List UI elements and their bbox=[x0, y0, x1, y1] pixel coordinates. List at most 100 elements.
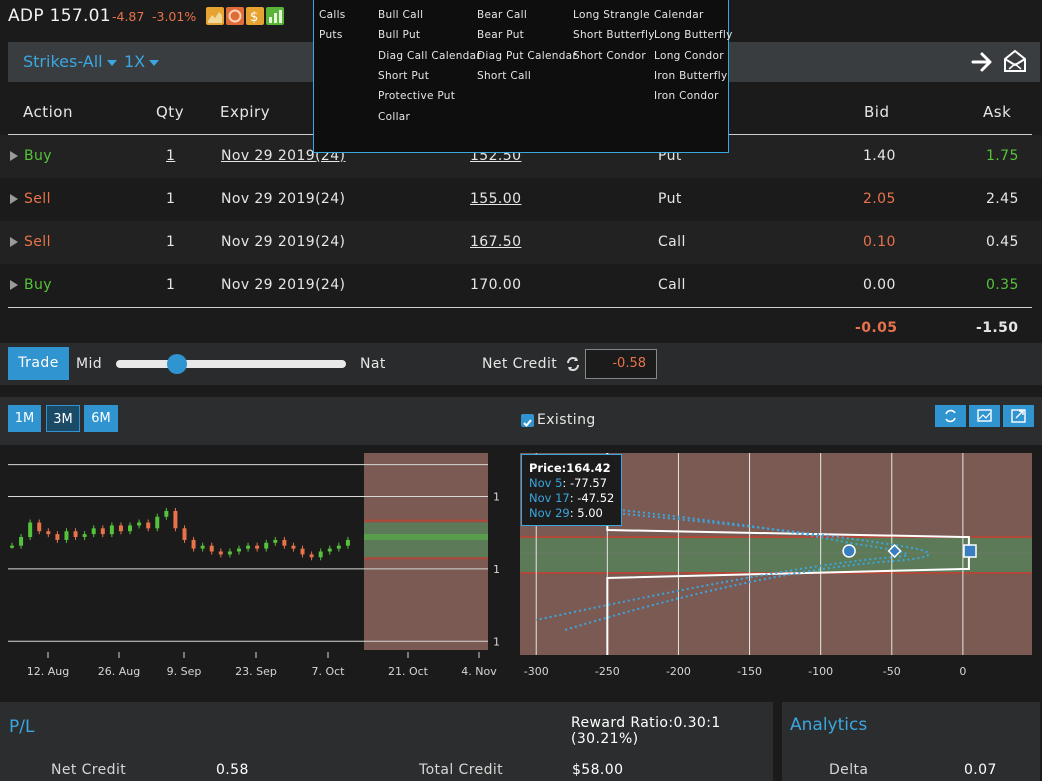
strategy-menu-item[interactable]: Bear Put bbox=[477, 29, 524, 41]
share-icon[interactable] bbox=[1002, 48, 1028, 74]
strategy-menu-item[interactable]: Collar bbox=[378, 111, 410, 123]
row-strike[interactable]: 170.00 bbox=[470, 277, 521, 293]
col-header-bid: Bid bbox=[864, 103, 890, 121]
expand-icon[interactable] bbox=[10, 151, 18, 161]
strikes-dropdown[interactable]: Strikes-All bbox=[23, 52, 117, 71]
area-chart-icon[interactable] bbox=[206, 7, 224, 25]
pl-x-tick-label: -50 bbox=[883, 665, 901, 678]
circle-icon[interactable] bbox=[226, 7, 244, 25]
col-header-ask: Ask bbox=[983, 103, 1012, 121]
net-credit-stat-label: Net Credit bbox=[51, 762, 127, 778]
col-header-action: Action bbox=[23, 103, 73, 121]
expand-icon[interactable] bbox=[10, 194, 18, 204]
row-action[interactable]: Sell bbox=[24, 191, 51, 207]
candle bbox=[182, 528, 187, 540]
row-action[interactable]: Sell bbox=[24, 234, 51, 250]
timeframe-6m-button[interactable]: 6M bbox=[84, 405, 118, 432]
candle bbox=[146, 522, 151, 529]
popout-icon[interactable] bbox=[1003, 405, 1034, 427]
trade-bar: Trade Mid Nat Net Credit -0.58 bbox=[0, 343, 1042, 385]
strategy-menu-item[interactable]: Puts bbox=[319, 29, 343, 41]
strategy-menu-item[interactable]: Long Strangle bbox=[573, 9, 650, 21]
row-action[interactable]: Buy bbox=[24, 277, 52, 293]
candle bbox=[73, 531, 78, 538]
x-tick-label: 7. Oct bbox=[311, 665, 345, 678]
pl-x-tick-label: -300 bbox=[524, 665, 549, 678]
chart-image-icon[interactable] bbox=[969, 405, 1000, 427]
net-credit-input[interactable]: -0.58 bbox=[585, 349, 657, 379]
expand-icon[interactable] bbox=[10, 237, 18, 247]
row-type: Call bbox=[658, 277, 686, 293]
candle bbox=[137, 522, 142, 526]
refresh-icon[interactable] bbox=[565, 356, 581, 372]
y-tick-label: 175 bbox=[493, 490, 500, 503]
strategy-menu-item[interactable]: Short Condor bbox=[573, 50, 646, 62]
quantity-multiplier-dropdown[interactable]: 1X bbox=[124, 52, 160, 71]
strategy-menu-item[interactable]: Bear Call bbox=[477, 9, 527, 21]
strategy-menu-item[interactable]: Short Call bbox=[477, 70, 531, 82]
totals-divider bbox=[8, 307, 1032, 308]
sync-icon[interactable] bbox=[935, 405, 966, 427]
candle bbox=[327, 548, 332, 552]
dollar-icon[interactable]: $ bbox=[246, 7, 264, 25]
row-type: Put bbox=[658, 191, 682, 207]
x-tick-label: 21. Oct bbox=[388, 665, 429, 678]
strategy-menu-item[interactable]: Bull Put bbox=[378, 29, 420, 41]
chart-tooltip: Price:164.42 Nov 5: -77.57 Nov 17: -47.5… bbox=[521, 454, 622, 526]
strategy-menu-item[interactable]: Iron Condor bbox=[654, 90, 719, 102]
candle bbox=[218, 551, 223, 555]
arrow-right-icon[interactable] bbox=[970, 50, 994, 74]
timeframe-1m-button[interactable]: 1M bbox=[8, 405, 41, 432]
strategy-menu-item[interactable]: Protective Put bbox=[378, 90, 455, 102]
strategy-menu-item[interactable]: Short Put bbox=[378, 70, 429, 82]
table-row[interactable]: Buy 1 Nov 29 2019(24) 170.00 Call 0.00 0… bbox=[0, 264, 1042, 307]
strategy-menu-item[interactable]: Short Butterfly bbox=[573, 29, 655, 41]
x-tick-label: 26. Aug bbox=[98, 665, 140, 678]
price-slider-track[interactable] bbox=[116, 360, 346, 368]
bar-chart-icon[interactable] bbox=[266, 7, 284, 25]
trade-button[interactable]: Trade bbox=[8, 347, 69, 380]
quote-change: -4.87 bbox=[112, 9, 145, 24]
row-ask: 1.75 bbox=[986, 148, 1019, 164]
row-ask: 0.35 bbox=[986, 277, 1019, 293]
existing-checkbox[interactable] bbox=[521, 414, 534, 427]
quote-change-pct: -3.01% bbox=[152, 9, 197, 24]
row-qty[interactable]: 1 bbox=[166, 277, 175, 293]
row-expiry[interactable]: Nov 29 2019(24) bbox=[221, 191, 345, 207]
candle bbox=[273, 539, 278, 543]
row-strike[interactable]: 155.00 bbox=[470, 191, 521, 207]
table-row[interactable]: Sell 1 Nov 29 2019(24) 167.50 Call 0.10 … bbox=[0, 221, 1042, 264]
row-qty[interactable]: 1 bbox=[166, 191, 175, 207]
price-history-chart[interactable]: 175 150 125 12. Aug 26. Aug 9. Sep 23. Sep 7. O… bbox=[0, 445, 500, 695]
candle bbox=[28, 522, 33, 538]
expand-icon[interactable] bbox=[10, 280, 18, 290]
strategy-menu-item[interactable]: Diag Call Calendar bbox=[378, 50, 481, 62]
total-bid: -0.05 bbox=[855, 320, 898, 336]
row-qty[interactable]: 1 bbox=[166, 148, 175, 164]
strategy-menu-item[interactable]: Iron Butterfly bbox=[654, 70, 728, 82]
row-expiry[interactable]: Nov 29 2019(24) bbox=[221, 277, 345, 293]
reward-ratio: Reward Ratio:0.30:1 (30.21%) bbox=[571, 715, 721, 747]
candle bbox=[46, 531, 51, 535]
candle bbox=[246, 545, 251, 549]
existing-label: Existing bbox=[537, 412, 596, 428]
strategy-menu-item[interactable]: Calendar bbox=[654, 9, 704, 21]
net-credit-label: Net Credit bbox=[482, 356, 558, 372]
breakeven-line bbox=[364, 519, 488, 522]
price-slider-thumb[interactable] bbox=[167, 354, 187, 374]
candle bbox=[82, 534, 87, 538]
strategy-menu-item[interactable]: Diag Put Calendar bbox=[477, 50, 577, 62]
row-action[interactable]: Buy bbox=[24, 148, 52, 164]
row-strike[interactable]: 167.50 bbox=[470, 234, 521, 250]
strategy-menu-item[interactable]: Calls bbox=[319, 9, 346, 21]
table-row[interactable]: Sell 1 Nov 29 2019(24) 155.00 Put 2.05 2… bbox=[0, 178, 1042, 221]
candle bbox=[37, 522, 42, 532]
candle bbox=[282, 539, 287, 546]
candle bbox=[345, 539, 350, 546]
timeframe-3m-button[interactable]: 3M bbox=[46, 405, 80, 432]
row-qty[interactable]: 1 bbox=[166, 234, 175, 250]
strategy-menu-item[interactable]: Bull Call bbox=[378, 9, 423, 21]
strategy-menu-item[interactable]: Long Condor bbox=[654, 50, 724, 62]
strategy-menu-item[interactable]: Long Butterfly bbox=[654, 29, 733, 41]
row-expiry[interactable]: Nov 29 2019(24) bbox=[221, 234, 345, 250]
